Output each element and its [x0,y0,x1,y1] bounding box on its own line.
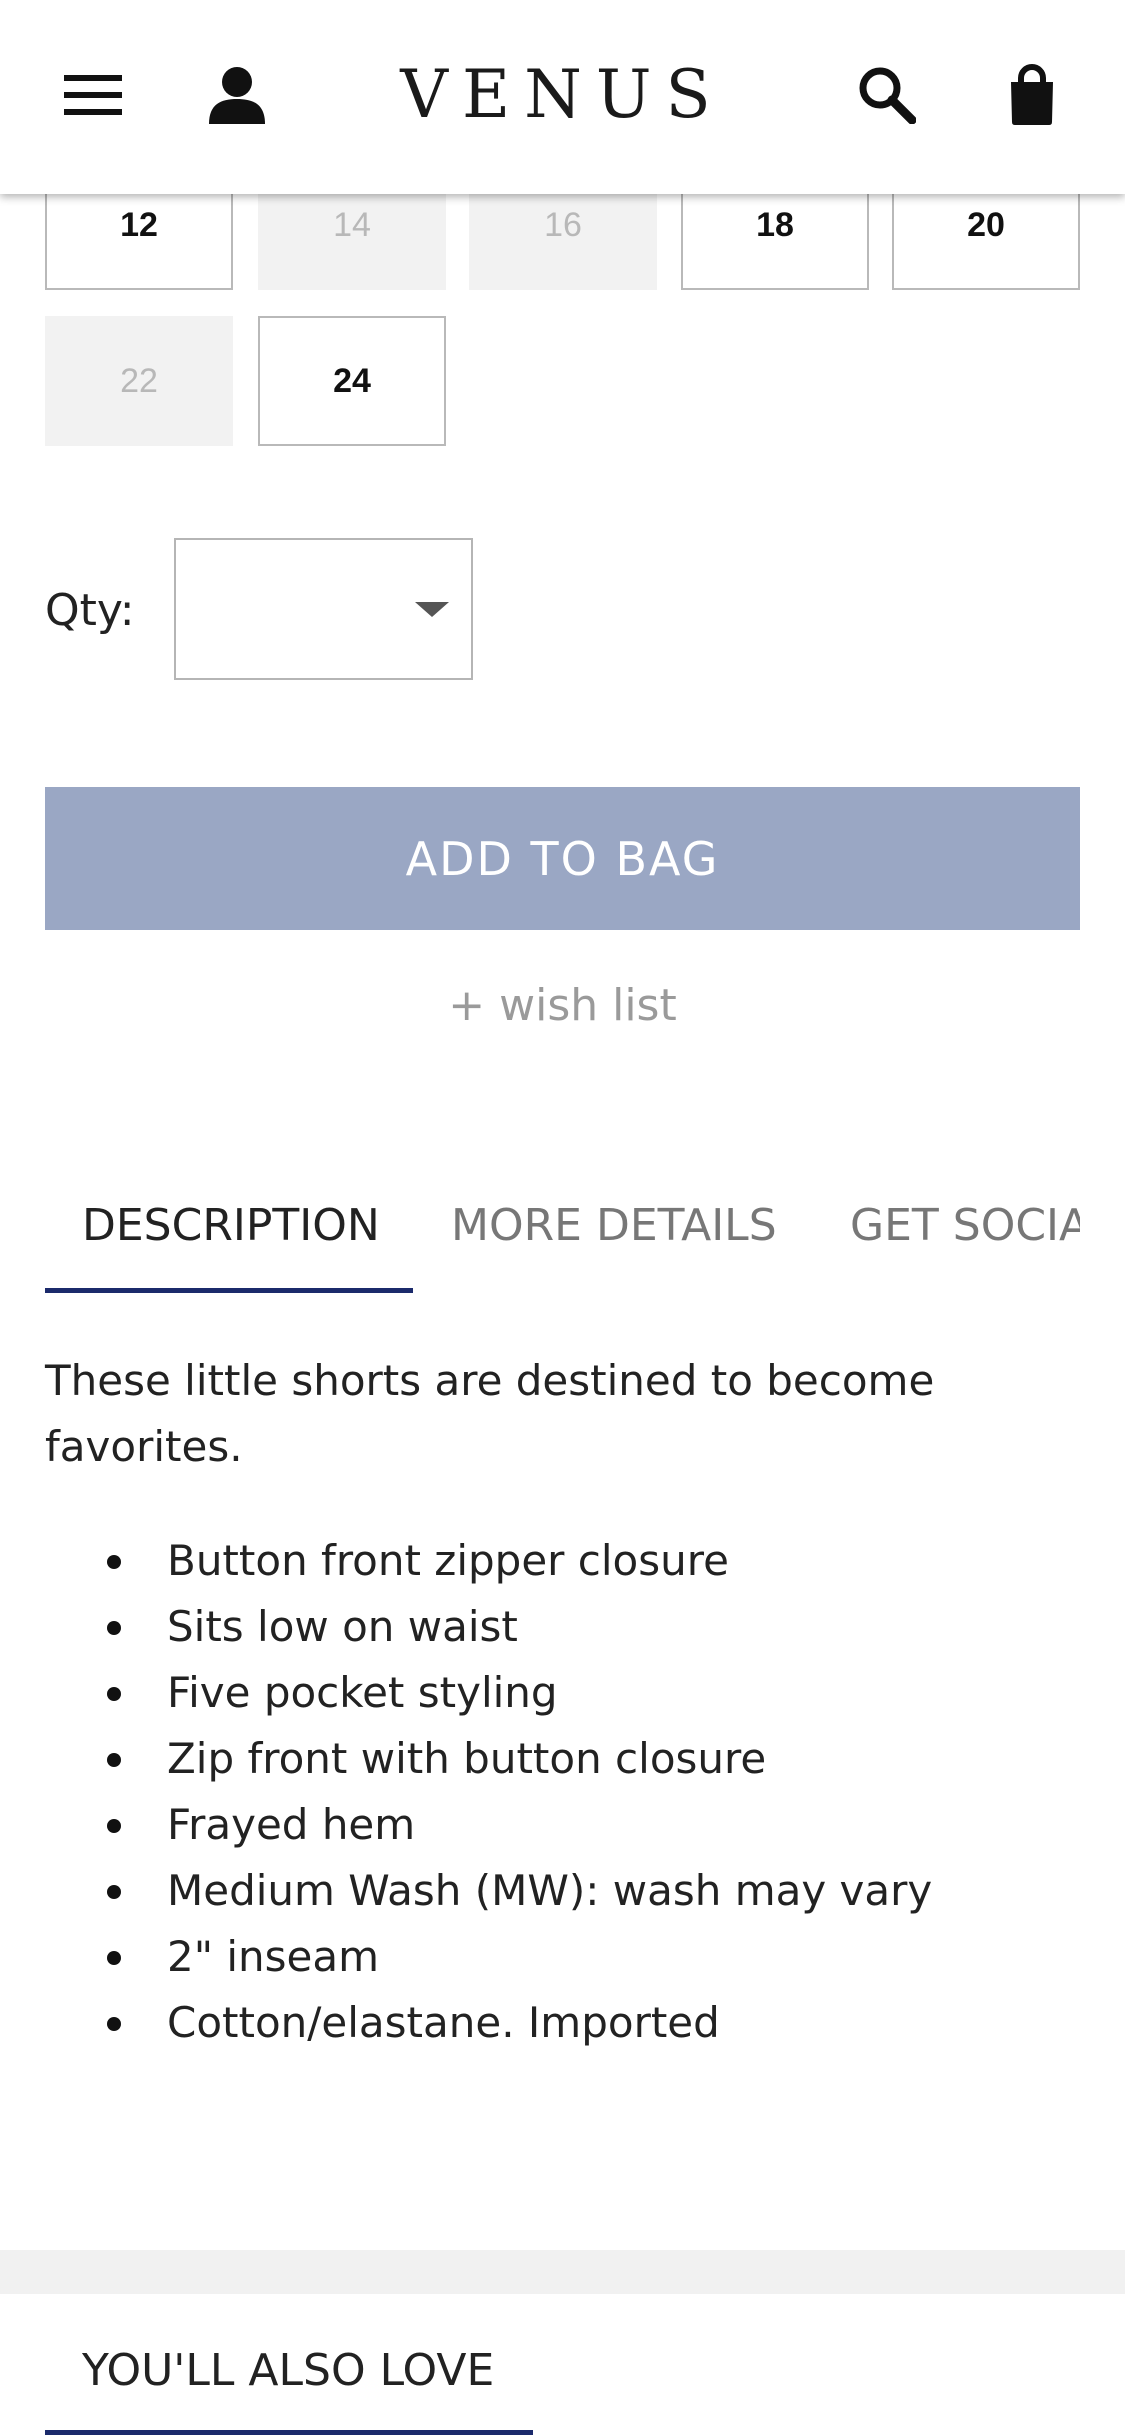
product-info-tabs: DESCRIPTION MORE DETAILS GET SOCIAL [45,1180,1080,1295]
list-item: Zip front with button closure [45,1726,1080,1792]
search-icon[interactable] [842,50,932,140]
brand-logo[interactable]: VENUS [0,56,1125,133]
list-item: Sits low on waist [45,1594,1080,1660]
list-item: Frayed hem [45,1792,1080,1858]
list-item: Five pocket styling [45,1660,1080,1726]
shopping-bag-icon[interactable] [987,50,1077,140]
qty-dropdown[interactable] [174,538,473,680]
list-item: Medium Wash (MW): wash may vary [45,1858,1080,1924]
tab-get-social[interactable]: GET SOCIAL [850,1200,1080,1251]
recommendations-tab-indicator [45,2430,533,2435]
recommendations-title[interactable]: YOU'LL ALSO LOVE [82,2345,494,2396]
tab-description[interactable]: DESCRIPTION [82,1200,380,1251]
tab-more-details[interactable]: MORE DETAILS [451,1200,777,1251]
qty-label: Qty: [45,585,135,636]
wish-list-link[interactable]: + wish list [0,980,1125,1031]
active-tab-indicator [45,1288,413,1293]
add-to-bag-button[interactable]: ADD TO BAG [45,787,1080,930]
list-item: Button front zipper closure [45,1528,1080,1594]
product-description: These little shorts are destined to beco… [45,1356,935,1471]
list-item: Cotton/elastane. Imported [45,1990,1080,2056]
size-option: 22 [45,316,233,446]
caret-down-icon [415,602,449,617]
list-item: 2" inseam [45,1924,1080,1990]
feature-list: Button front zipper closure Sits low on … [45,1528,1080,2056]
size-option[interactable]: 24 [258,316,446,446]
section-divider [0,2250,1125,2294]
top-nav-bar: VENUS [0,0,1125,194]
